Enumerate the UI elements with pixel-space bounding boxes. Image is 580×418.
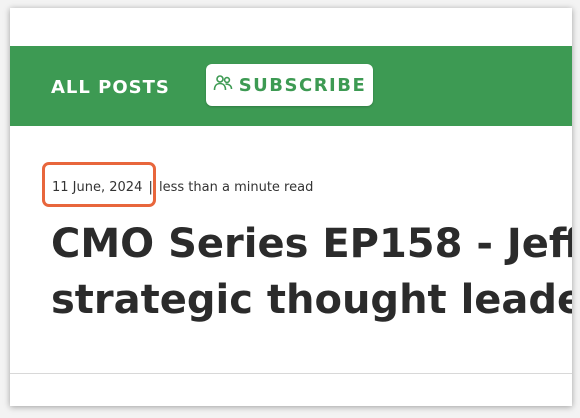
post-title-line-1: CMO Series EP158 - Jeff E — [51, 221, 572, 267]
page-frame: ALL POSTS SUBSCRIBE 11 June, 2024 | less… — [10, 8, 572, 406]
subscribe-label: SUBSCRIBE — [238, 74, 367, 96]
top-navbar: ALL POSTS SUBSCRIBE — [10, 46, 572, 126]
post-title: CMO Series EP158 - Jeff E strategic thou… — [51, 216, 572, 328]
all-posts-link[interactable]: ALL POSTS — [51, 77, 170, 98]
date-highlight-box — [42, 162, 156, 207]
divider — [10, 373, 572, 374]
subscribe-button[interactable]: SUBSCRIBE — [206, 64, 373, 106]
read-time: less than a minute read — [159, 180, 314, 195]
post-title-line-2: strategic thought leader — [51, 277, 572, 323]
users-icon — [213, 74, 233, 97]
